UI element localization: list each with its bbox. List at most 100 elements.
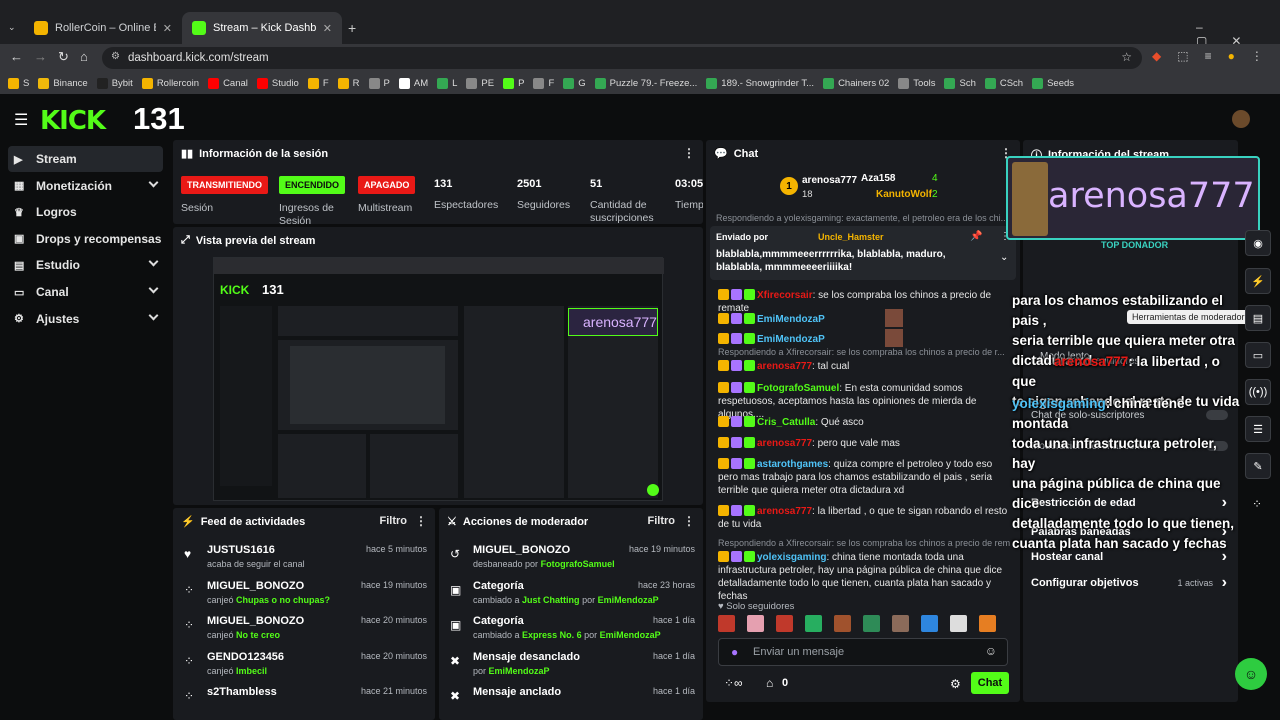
points-icon[interactable]: ⁘∞ [724,676,743,690]
activity-item[interactable]: ⁘ GENDO123456 hace 20 minutos canjeó Imbeci… [181,649,427,685]
more-options-icon[interactable]: ⋮ [683,146,695,160]
pin-icon[interactable]: 📌 [970,231,982,242]
mod-action-highlight[interactable]: Express No. 6 [522,630,582,640]
back-icon[interactable]: ← [10,49,23,64]
menu-icon[interactable]: ☰ [14,110,28,130]
chat-username[interactable]: Cris_Catulla [757,417,815,428]
new-tab-icon[interactable]: + [348,20,356,36]
chat-message[interactable]: Cris_Catulla: Qué asco [718,416,1010,429]
chat-message[interactable]: arenosa777: pero que vale mas [718,437,1010,450]
bookmark-item[interactable]: F [307,77,329,89]
extension-icons[interactable]: ◆ ⬚ ≡ ● ⋮ [1152,49,1263,63]
chat-message[interactable]: EmiMendozaP [718,329,1010,347]
sidebar-item-estudio[interactable]: ▤ Estudio [8,252,163,278]
bookmark-item[interactable]: Tools [898,77,935,89]
chevron-down-icon[interactable] [148,310,159,321]
mod-action-highlight[interactable]: FotografoSamuel [541,559,615,569]
mod-action-item[interactable]: ✖ Mensaje desanclado hace 1 día por EmiMend… [447,649,695,685]
status-badge-earnings[interactable]: ENCENDIDO [279,176,346,194]
bookmark-item[interactable]: Rollercoin [141,77,199,89]
kick-logo[interactable]: KICK [40,106,106,136]
emote-icon[interactable] [747,615,764,632]
pinned-by-user[interactable]: Uncle_Hamster [818,232,884,242]
emote-icon[interactable] [950,615,967,632]
chat-username[interactable]: Xfirecorsair [757,290,813,301]
chat-username[interactable]: yolexisgaming [757,552,826,563]
expand-icon[interactable]: ⤢ [181,234,190,247]
emote-icon[interactable] [979,615,996,632]
chat-message[interactable]: arenosa777: la libertad , o que te sigan… [718,505,1010,531]
reload-icon[interactable]: ↻ [58,49,69,65]
bookmark-item[interactable]: G [563,77,586,89]
site-info-icon[interactable]: ⚙ [111,51,120,62]
emote-icon[interactable] [921,615,938,632]
chevron-right-icon[interactable]: › [1222,574,1227,592]
bookmark-item[interactable]: F [533,77,554,89]
bolt-icon[interactable]: ⚡ [1245,268,1271,294]
activity-user[interactable]: MIGUEL_BONOZO [207,580,304,592]
sidebar-item-canal[interactable]: ▭ Canal [8,279,163,305]
activity-user[interactable]: s2Thambless [207,686,277,698]
bookmark-item[interactable]: S [8,77,29,89]
chat-message[interactable]: yolexisgaming: china tiene montada toda … [718,551,1010,603]
chevron-down-icon[interactable] [148,177,159,188]
gear-icon[interactable]: ⚙ [950,677,961,691]
chat-message[interactable]: astarothgames: quiza compre el petroleo … [718,458,1010,497]
activity-item[interactable]: ♥ JUSTUS1616 hace 5 minutos acaba de seguir… [181,542,427,578]
bookmark-item[interactable]: CSch [984,77,1023,89]
activity-filter-button[interactable]: Filtro [380,515,408,527]
send-chat-button[interactable]: Chat [971,672,1009,694]
chat-icon[interactable]: ▭ [1245,342,1271,368]
emote-icon[interactable] [892,615,909,632]
more-options-icon[interactable]: ⋮ [683,514,695,528]
share-icon[interactable]: ⁘ [1252,497,1262,511]
chat-username[interactable]: FotografoSamuel [757,383,839,394]
chat-username[interactable]: EmiMendozaP [757,314,825,325]
sidebar-item-logros[interactable]: ♛ Logros [8,199,163,225]
broadcast-icon[interactable]: ((•)) [1245,379,1271,405]
bookmark-item[interactable]: R [337,77,360,89]
address-bar[interactable]: ⚙ dashboard.kick.com/stream ☆ [102,47,1142,69]
bookmark-item[interactable]: AM [398,77,428,89]
bookmark-item[interactable]: P [503,77,524,89]
activity-user[interactable]: MIGUEL_BONOZO [207,615,304,627]
emote-icon[interactable] [776,615,793,632]
bookmark-item[interactable]: Chainers 02 [823,77,889,89]
bookmark-item[interactable]: Studio [256,77,299,89]
mod-action-item[interactable]: ↺ MIGUEL_BONOZO hace 19 minutos desbaneado … [447,542,695,578]
chevron-down-icon[interactable] [148,256,159,267]
sidebar-item-stream[interactable]: ▶ Stream [8,146,163,172]
activity-item[interactable]: ⁘ MIGUEL_BONOZO hace 19 minutos canjeó Chup… [181,578,427,614]
chat-username[interactable]: EmiMendozaP [757,334,825,345]
list-icon[interactable]: ☰ [1245,416,1271,442]
activity-item[interactable]: ⁘ s2Thambless hace 21 minutos [181,684,427,720]
mod-action-highlight[interactable]: EmiMendozaP [489,666,550,676]
mic-icon[interactable]: ● [731,645,738,659]
chat-input[interactable]: ● Enviar un mensaje ☺ [718,638,1008,666]
chat-username[interactable]: arenosa777 [757,506,812,517]
sidebar-item-drops-y-recompensas[interactable]: ▣ Drops y recompensas [8,226,163,252]
bookmark-item[interactable]: L [437,77,457,89]
store-icon[interactable]: ⌂ [766,676,773,690]
stream-preview-video[interactable]: KICK 131 arenosa777 [213,257,664,501]
bookmark-item[interactable]: PE [466,77,494,89]
wrench-icon[interactable]: ✎ [1245,453,1271,479]
mod-action-highlight[interactable]: Just Chatting [522,595,580,605]
mod-action-item[interactable]: ▣ Categoría hace 1 día cambiado a Express N… [447,613,695,649]
mod-action-extra-user[interactable]: EmiMendozaP [600,630,661,640]
chat-message[interactable]: arenosa777: tal cual [718,360,1010,373]
bookmark-item[interactable]: Sch [944,77,976,89]
emote-icon[interactable] [834,615,851,632]
sidebar-item-ajustes[interactable]: ⚙ Ajustes [8,306,163,332]
mod-action-item[interactable]: ✖ Mensaje anclado hace 1 día [447,684,695,720]
avatar[interactable] [1232,110,1250,128]
bookmark-item[interactable]: Bybit [96,77,133,89]
status-badge-multistream[interactable]: APAGADO [358,176,416,194]
chat-username[interactable]: arenosa777 [757,438,812,449]
chat-message[interactable]: EmiMendozaP [718,309,1010,327]
mod-action-item[interactable]: ▣ Categoría hace 23 horas cambiado a Just C… [447,578,695,614]
emote-icon[interactable] [805,615,822,632]
chat-username[interactable]: arenosa777 [757,361,812,372]
bookmark-item[interactable]: Puzzle 79.- Freeze... [594,77,697,89]
bookmark-star-icon[interactable]: ☆ [1121,50,1132,64]
